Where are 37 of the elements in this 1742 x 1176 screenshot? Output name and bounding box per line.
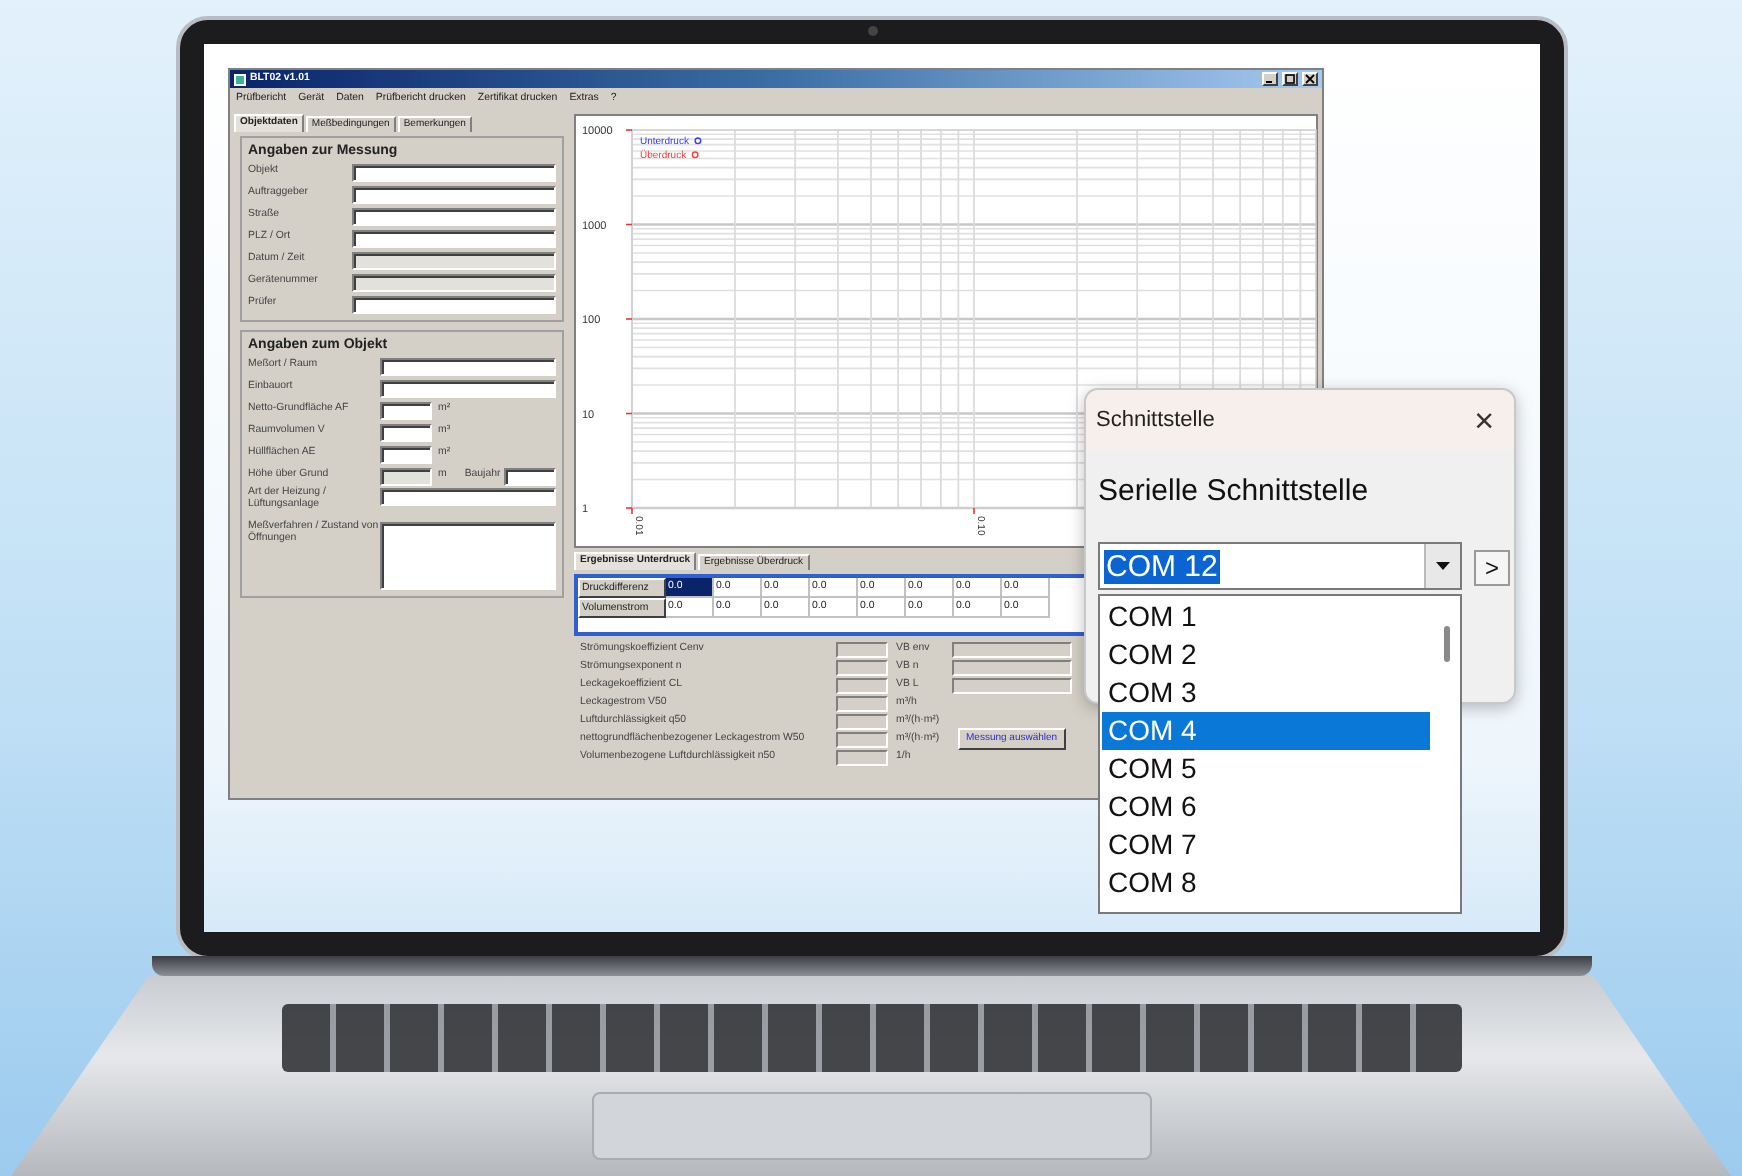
input-field[interactable]: [352, 185, 556, 203]
close-icon: [1304, 74, 1316, 84]
input-field[interactable]: [380, 401, 432, 419]
input-field[interactable]: [352, 207, 556, 225]
dropdown-option[interactable]: COM 6: [1102, 788, 1430, 826]
minimize-button[interactable]: [1262, 72, 1278, 86]
dropdown-option[interactable]: COM 4: [1102, 712, 1430, 750]
dropdown-option[interactable]: COM 2: [1102, 636, 1430, 674]
input-field[interactable]: [504, 467, 556, 485]
input-field[interactable]: [380, 379, 556, 397]
dropdown-option[interactable]: COM 5: [1102, 750, 1430, 788]
input-field[interactable]: [352, 229, 556, 247]
close-button[interactable]: [1302, 72, 1318, 86]
dropdown-option[interactable]: COM 8: [1102, 864, 1430, 902]
input-field[interactable]: [380, 357, 556, 375]
webcam-icon: [867, 26, 877, 36]
app-icon: [234, 73, 246, 85]
input-field[interactable]: [352, 295, 556, 313]
dropdown-option[interactable]: COM 3: [1102, 674, 1430, 712]
maximize-icon: [1284, 74, 1296, 84]
next-button[interactable]: >: [1474, 550, 1510, 586]
input-field[interactable]: [380, 522, 556, 590]
maximize-button[interactable]: [1282, 72, 1298, 86]
dialog-title: Schnittstelle: [1096, 405, 1215, 436]
close-button[interactable]: ×: [1466, 403, 1502, 437]
dropdown-caret-icon[interactable]: [1424, 544, 1460, 588]
port-dropdown[interactable]: COM 12: [1098, 542, 1462, 590]
input-field[interactable]: [352, 163, 556, 181]
scrollbar-thumb[interactable]: [1444, 626, 1450, 662]
dialog-heading: Serielle Schnittstelle: [1098, 474, 1371, 510]
input-field[interactable]: [380, 445, 432, 463]
caret-icon: [1436, 562, 1450, 570]
selected-value: COM 12: [1104, 549, 1220, 583]
dropdown-option[interactable]: COM 1: [1102, 598, 1430, 636]
input-field[interactable]: [380, 488, 556, 506]
dropdown-option[interactable]: COM 7: [1102, 826, 1430, 864]
input-field[interactable]: [380, 423, 432, 441]
